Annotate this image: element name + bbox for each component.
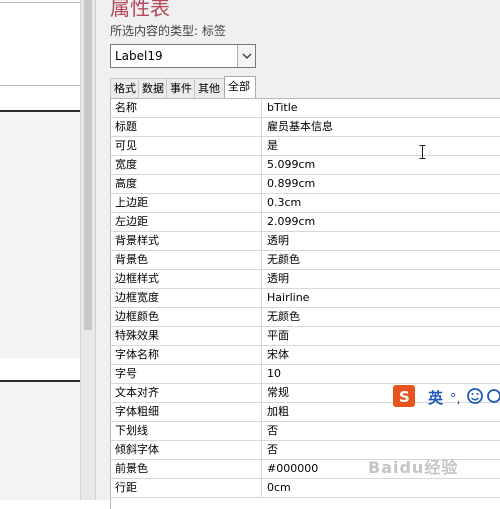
property-row[interactable]: 背景色 无颜色 [111,251,500,270]
object-selector-combo[interactable]: Label19 [110,44,256,68]
property-value[interactable]: 无颜色 [262,308,500,326]
property-name: 左边距 [111,213,262,231]
property-name: 上边距 [111,194,262,212]
property-value[interactable]: 透明 [262,270,500,288]
property-name: 下划线 [111,422,262,440]
left-scrollbar[interactable] [80,0,95,500]
left-divider-upper [0,85,80,86]
smiley-icon [467,388,483,404]
left-background-panel [0,0,95,500]
property-name: 边框颜色 [111,308,262,326]
property-name: 文本对齐 [111,384,262,402]
property-row[interactable]: 名称 bTitle [111,99,500,118]
property-grid: 名称 bTitle 标题 雇员基本信息 可见是宽度 5.099cm 高度 0.899cm 上边距… [110,98,500,509]
property-value[interactable]: bTitle [262,99,500,117]
property-value[interactable]: Hairline [262,289,500,307]
property-name: 宽度 [111,156,262,174]
property-row[interactable]: 边框颜色 无颜色 [111,308,500,327]
property-name: 标题 [111,118,262,136]
property-name: 特殊效果 [111,327,262,345]
property-sheet: 属性表 所选内容的类型: 标签 Label19 格式 数据 事件 其他 全部 名称 bTi… [95,0,500,509]
property-row[interactable]: 可见是 [111,137,500,156]
property-row[interactable]: 背景样式 透明 [111,232,500,251]
ime-punct-toggle: °, [450,392,461,407]
left-scrollbar-thumb[interactable] [84,0,92,330]
baidu-watermark: Baidu经验 [368,458,459,477]
ime-mode-label: 英 [428,389,444,407]
property-row[interactable]: 边框样式 透明 [111,270,500,289]
property-name: 可见 [111,137,262,155]
property-value[interactable]: 否 [262,422,500,440]
tab-1[interactable]: 数据 [138,78,167,98]
property-name: 行距 [111,479,262,497]
tab-2[interactable]: 事件 [166,78,195,98]
object-selector-value: Label19 [115,49,163,63]
property-row[interactable]: 下划线否 [111,422,500,441]
property-name: 背景色 [111,251,262,269]
property-value[interactable]: 0.3cm [262,194,500,212]
property-name: 高度 [111,175,262,193]
property-sheet-title: 属性表 [110,0,170,20]
property-name: 字体名称 [111,346,262,364]
left-divider-dark [0,110,80,112]
property-row[interactable]: 字体名称 宋体 [111,346,500,365]
property-name: 字号 [111,365,262,383]
i-beam-cursor-icon [419,145,426,159]
property-row[interactable]: 左边距 2.099cm [111,213,500,232]
property-name: 倾斜字体 [111,441,262,459]
left-divider-top [0,2,80,3]
property-name: 边框宽度 [111,289,262,307]
property-value[interactable]: 宋体 [262,346,500,364]
property-value[interactable]: 0cm [262,479,500,497]
tab-4[interactable]: 全部 [224,76,256,98]
tab-0[interactable]: 格式 [110,78,139,98]
property-row[interactable]: 上边距 0.3cm [111,194,500,213]
property-value[interactable]: 10 [262,365,500,383]
ime-toolbar[interactable]: S 英 °, [393,382,500,412]
property-name: 背景样式 [111,232,262,250]
left-divider-dark-lower [0,380,80,382]
property-name: 前景色 [111,460,262,478]
property-value[interactable]: 平面 [262,327,500,345]
left-pane-row [0,358,80,380]
chevron-down-icon[interactable] [237,45,255,67]
property-row[interactable]: 行距 0cm [111,479,500,498]
left-pane-section [0,0,80,111]
property-value[interactable]: 是 [262,137,500,155]
property-name: 名称 [111,99,262,117]
property-name: 边框样式 [111,270,262,288]
tab-3[interactable]: 其他 [194,78,225,98]
ime-settings-icon [487,389,500,403]
property-value[interactable]: 雇员基本信息 [262,118,500,136]
property-value[interactable]: 无颜色 [262,251,500,269]
property-row[interactable]: 边框宽度 Hairline [111,289,500,308]
property-row[interactable]: 标题 雇员基本信息 [111,118,500,137]
ime-logo-text: S [399,388,410,406]
property-value[interactable]: 5.099cm [262,156,500,174]
property-value[interactable]: 0.899cm [262,175,500,193]
property-row[interactable]: 高度 0.899cm [111,175,500,194]
property-row[interactable]: 特殊效果 平面 [111,327,500,346]
property-value[interactable]: 2.099cm [262,213,500,231]
property-row[interactable]: 宽度 5.099cm [111,156,500,175]
property-name: 字体粗细 [111,403,262,421]
selection-type-label: 所选内容的类型: 标签 [110,24,226,38]
property-value[interactable]: 透明 [262,232,500,250]
